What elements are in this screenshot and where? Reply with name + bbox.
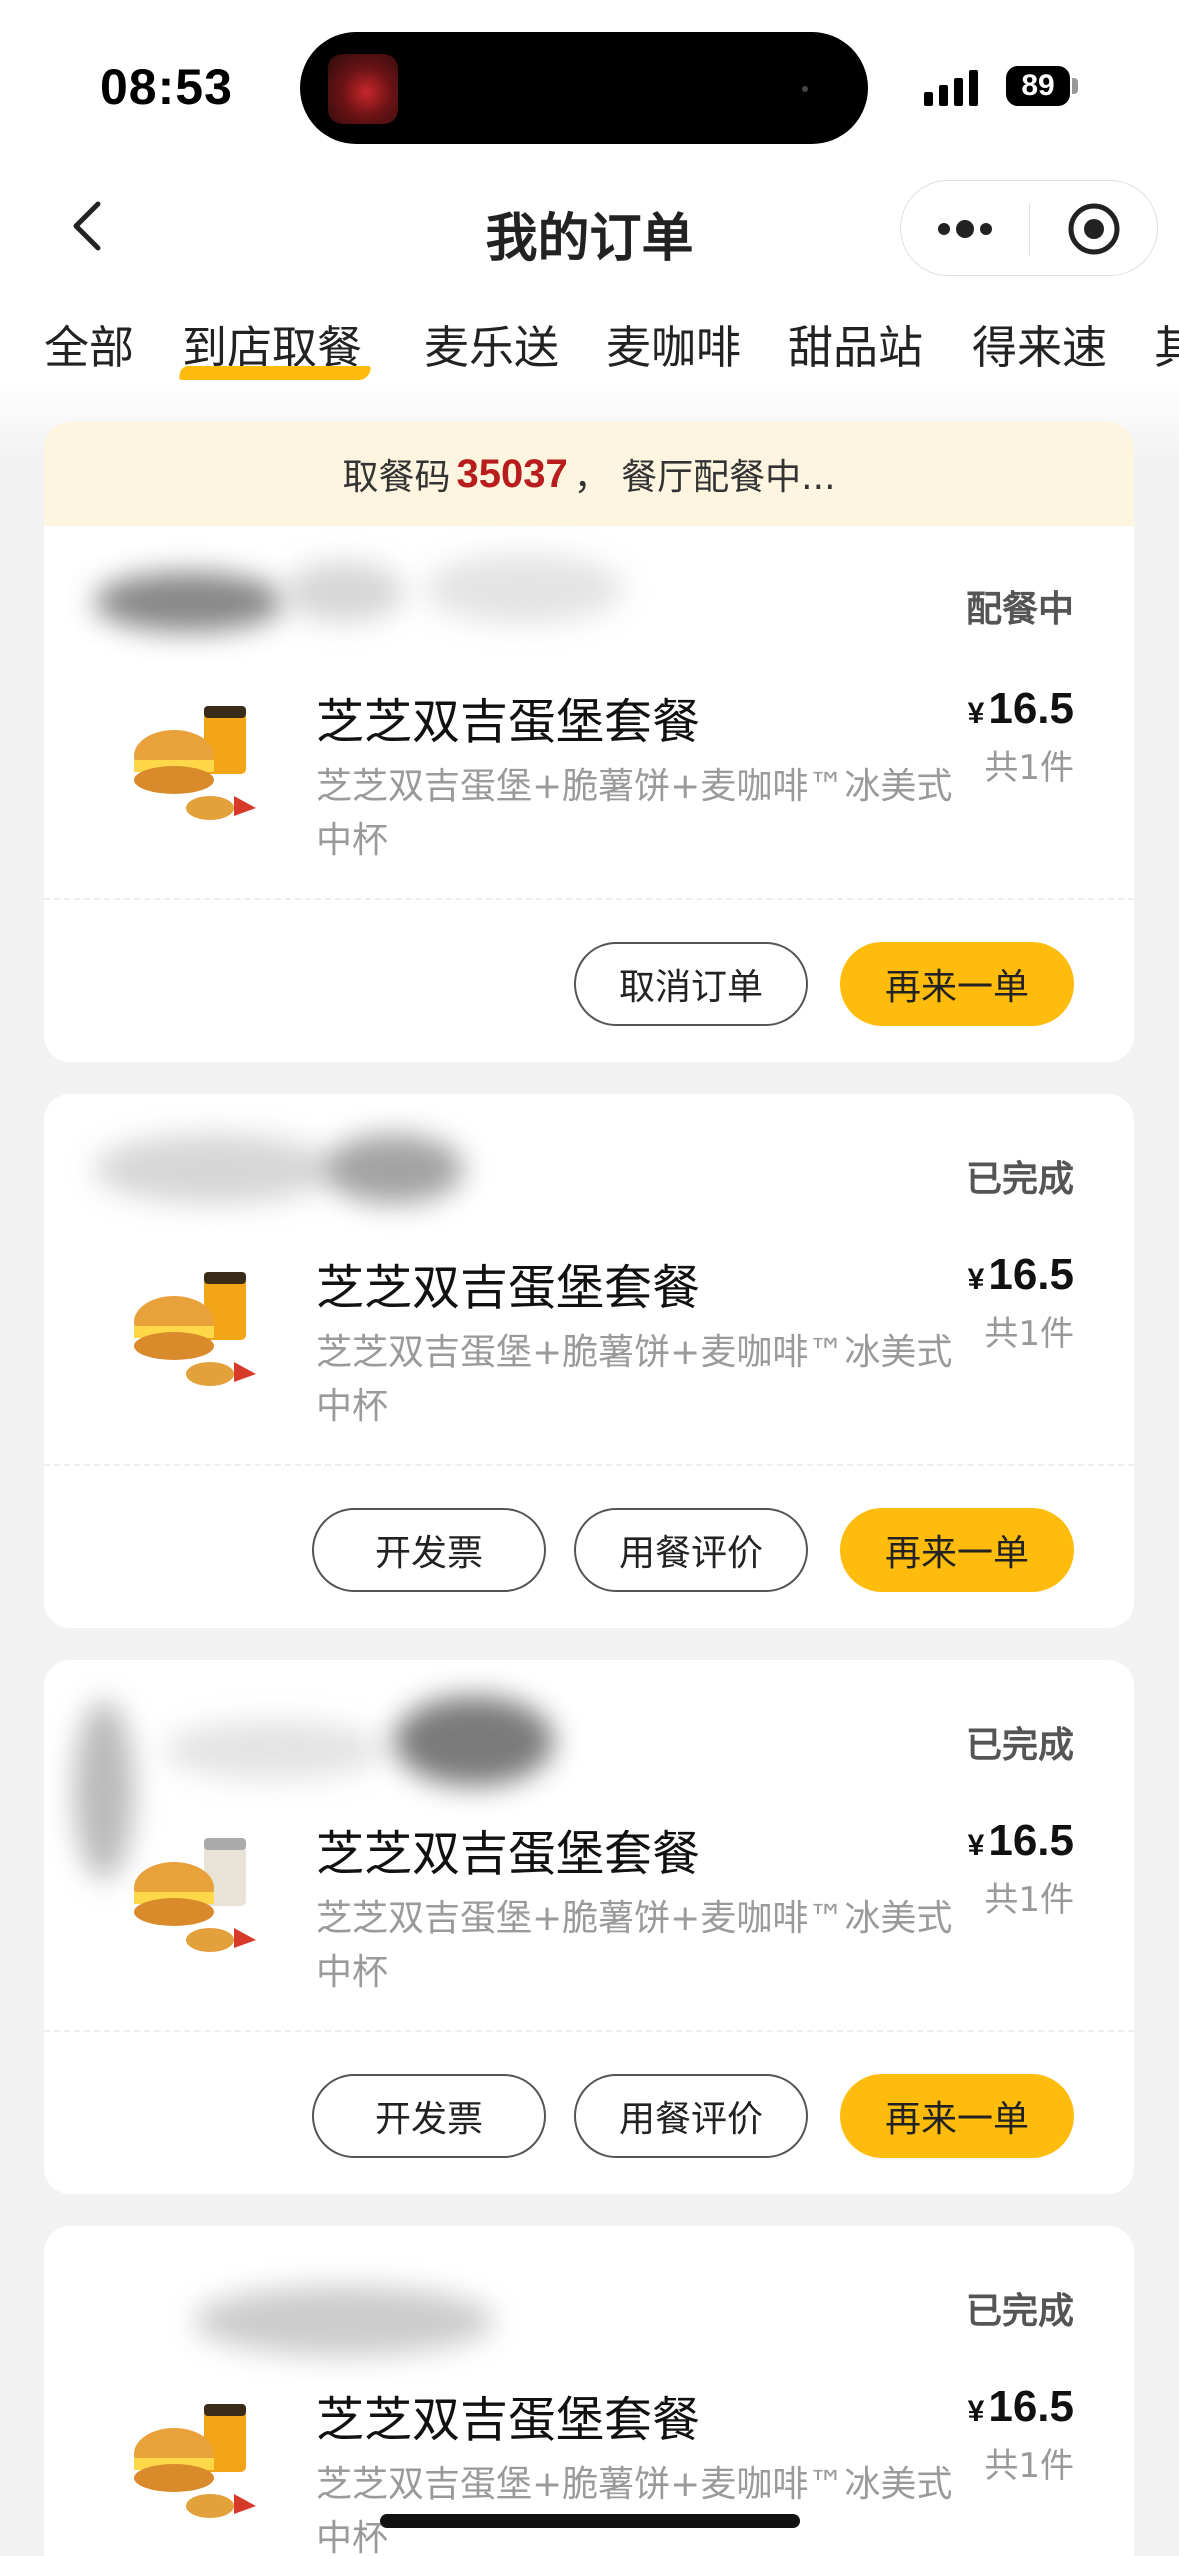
order-card[interactable]: 取餐码 35037 ， 餐厅配餐中... 配餐中 芝芝双吉蛋堡套餐 ¥16.5 …: [44, 422, 1134, 1062]
order-price: ¥16.5: [967, 684, 1074, 733]
signal-bars-icon: [924, 70, 978, 106]
tab-drive-thru[interactable]: 得来速: [972, 318, 1107, 378]
card-divider: [44, 1464, 1134, 1466]
item-count: 共1件: [984, 748, 1074, 788]
redacted-store-name: [94, 572, 284, 632]
meal-combo-icon: [134, 2404, 256, 2518]
order-card[interactable]: 已完成 芝芝双吉蛋堡套餐 ¥16.5 共1件 芝芝双吉蛋堡+脆薯饼+麦咖啡™冰美…: [44, 1094, 1134, 1628]
reorder-button[interactable]: 再来一单: [840, 1508, 1074, 1592]
order-type-tabs: 全部 到店取餐 麦乐送 麦咖啡 甜品站 得来速 其: [0, 318, 1179, 398]
redacted-store-name: [424, 554, 624, 624]
status-time: 08:53: [100, 59, 233, 115]
now-playing-thumbnail: [328, 54, 398, 124]
redacted-store-name: [164, 1720, 384, 1780]
target-close-icon: [1068, 203, 1120, 255]
tab-dessert[interactable]: 甜品站: [788, 318, 923, 378]
order-card[interactable]: 已完成 芝芝双吉蛋堡套餐 ¥16.5 共1件 芝芝双吉蛋堡+脆薯饼+麦咖啡™冰美…: [44, 1660, 1134, 2194]
order-card[interactable]: 已完成 芝芝双吉蛋堡套餐 ¥16.5 共1件 芝芝双吉蛋堡+脆薯饼+麦咖啡™冰美…: [44, 2226, 1134, 2556]
more-button[interactable]: [901, 181, 1029, 277]
order-status: 已完成: [965, 1725, 1074, 1766]
more-dots-icon: [938, 220, 992, 238]
invoice-button[interactable]: 开发票: [312, 1508, 546, 1592]
redacted-store-name: [94, 1134, 334, 1204]
home-indicator[interactable]: [380, 2514, 800, 2528]
redacted-store-name: [284, 562, 404, 622]
invoice-button[interactable]: 开发票: [312, 2074, 546, 2158]
product-name: 芝芝双吉蛋堡套餐: [316, 1826, 701, 1882]
close-button[interactable]: [1030, 181, 1158, 277]
mini-program-capsule: [900, 180, 1158, 276]
review-button[interactable]: 用餐评价: [574, 2074, 808, 2158]
chevron-left-icon[interactable]: [62, 196, 114, 256]
redacted-store-name: [394, 1696, 554, 1786]
tab-mccafe[interactable]: 麦咖啡: [606, 318, 741, 378]
pickup-code-label: 取餐码: [342, 457, 451, 498]
pickup-status-text: ， 餐厅配餐中...: [573, 457, 836, 498]
cancel-order-button[interactable]: 取消订单: [574, 942, 808, 1026]
order-status: 已完成: [965, 1159, 1074, 1200]
meal-combo-icon: [134, 1272, 256, 1386]
battery-cap: [1072, 78, 1078, 94]
order-price: ¥16.5: [967, 1250, 1074, 1299]
reorder-button[interactable]: 再来一单: [840, 942, 1074, 1026]
item-count: 共1件: [984, 2446, 1074, 2486]
battery-icon: 89: [1006, 66, 1070, 106]
product-name: 芝芝双吉蛋堡套餐: [316, 2392, 701, 2448]
tab-mcdelivery[interactable]: 麦乐送: [424, 318, 559, 378]
order-price: ¥16.5: [967, 1816, 1074, 1865]
product-description: 芝芝双吉蛋堡+脆薯饼+麦咖啡™冰美式中杯: [316, 1332, 953, 1427]
dynamic-island: [300, 32, 868, 144]
meal-combo-icon: [134, 706, 256, 820]
redacted-store-name: [324, 1134, 464, 1204]
card-divider: [44, 2030, 1134, 2032]
product-description: 芝芝双吉蛋堡+脆薯饼+麦咖啡™冰美式中杯: [316, 2464, 953, 2556]
product-name: 芝芝双吉蛋堡套餐: [316, 694, 701, 750]
pickup-code-value: 35037: [456, 451, 568, 496]
island-indicator: [802, 86, 808, 92]
meal-combo-icon: [134, 1838, 256, 1952]
tab-other[interactable]: 其: [1154, 318, 1179, 378]
tab-all[interactable]: 全部: [44, 318, 134, 378]
card-divider: [44, 898, 1134, 900]
item-count: 共1件: [984, 1314, 1074, 1354]
order-status: 配餐中: [965, 589, 1074, 630]
product-name: 芝芝双吉蛋堡套餐: [316, 1260, 701, 1316]
active-tab-indicator: [178, 366, 372, 380]
redacted-store-name: [194, 2286, 494, 2356]
reorder-button[interactable]: 再来一单: [840, 2074, 1074, 2158]
review-button[interactable]: 用餐评价: [574, 1508, 808, 1592]
item-count: 共1件: [984, 1880, 1074, 1920]
product-description: 芝芝双吉蛋堡+脆薯饼+麦咖啡™冰美式中杯: [316, 766, 953, 861]
order-price: ¥16.5: [967, 2382, 1074, 2431]
pickup-code-banner: 取餐码 35037 ， 餐厅配餐中...: [44, 422, 1134, 526]
order-status: 已完成: [965, 2291, 1074, 2332]
product-description: 芝芝双吉蛋堡+脆薯饼+麦咖啡™冰美式中杯: [316, 1898, 953, 1993]
